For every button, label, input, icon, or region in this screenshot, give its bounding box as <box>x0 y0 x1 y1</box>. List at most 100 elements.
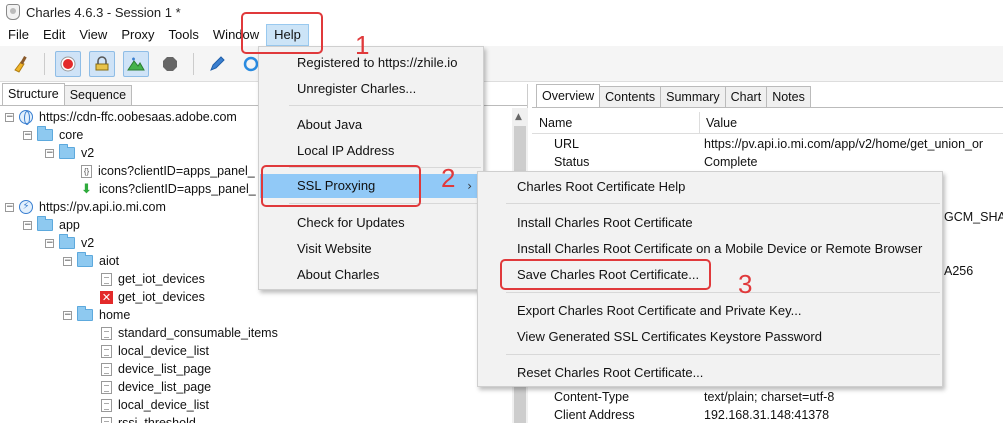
tree-request-row[interactable]: standard_consumable_items <box>101 324 278 342</box>
menu-view[interactable]: View <box>72 24 114 46</box>
document-icon <box>101 272 112 286</box>
globe-icon <box>19 110 33 125</box>
stop-icon[interactable] <box>157 51 183 77</box>
row-name: Client Address <box>554 408 635 422</box>
tree-folder-row[interactable]: − v2 <box>45 144 94 162</box>
annotation-number: 3 <box>738 269 753 299</box>
annotation-box-help <box>241 12 323 54</box>
menu-item-check-updates[interactable]: Check for Updates <box>260 211 482 235</box>
column-header-value[interactable]: Value <box>700 112 737 133</box>
charles-app-icon <box>6 4 20 20</box>
menu-separator <box>289 105 481 106</box>
row-name: Content-Type <box>554 390 630 404</box>
cipher-fragment: GCM_SHA2 <box>944 210 1003 224</box>
menu-item-local-ip[interactable]: Local IP Address <box>260 139 482 163</box>
overview-row[interactable]: Client Address 192.168.31.148:41378 <box>532 407 1003 423</box>
tree-request-row[interactable]: local_device_list <box>101 342 209 360</box>
collapse-icon[interactable]: − <box>45 238 54 248</box>
tab-chart[interactable]: Chart <box>724 86 768 107</box>
record-icon[interactable] <box>55 50 81 77</box>
json-doc-icon: {} <box>81 164 92 178</box>
collapse-icon[interactable]: − <box>63 310 72 320</box>
menu-separator <box>506 354 940 355</box>
row-value: 192.168.31.148:41378 <box>704 408 830 422</box>
menu-item-export-root-cert[interactable]: Export Charles Root Certificate and Priv… <box>479 299 941 323</box>
tree-label: local_device_list <box>118 398 210 412</box>
row-name: URL <box>554 137 580 151</box>
tree-folder-row[interactable]: − aiot <box>63 252 119 270</box>
broom-icon[interactable] <box>8 51 34 77</box>
tree-label: home <box>99 308 131 322</box>
submenu-arrow-icon: › <box>467 179 472 193</box>
menu-item-visit-website[interactable]: Visit Website <box>260 237 482 261</box>
menu-item-reset-root-cert[interactable]: Reset Charles Root Certificate... <box>479 361 941 385</box>
menu-item-install-root-cert[interactable]: Install Charles Root Certificate <box>479 211 941 235</box>
lightning-globe-icon: ⚡ <box>19 200 33 214</box>
document-icon <box>101 362 112 376</box>
collapse-icon[interactable]: − <box>23 130 32 140</box>
column-header-name[interactable]: Name <box>532 112 700 133</box>
menu-item-unregister[interactable]: Unregister Charles... <box>260 77 482 101</box>
menu-item-about-charles[interactable]: About Charles <box>260 263 482 287</box>
tree-label: icons?clientID=apps_panel_ <box>99 182 256 196</box>
tree-label: app <box>59 218 80 232</box>
tab-sequence[interactable]: Sequence <box>63 85 133 105</box>
tab-contents[interactable]: Contents <box>599 86 662 107</box>
collapse-icon[interactable]: − <box>5 202 14 212</box>
collapse-icon[interactable]: − <box>5 112 14 122</box>
download-arrow-icon: ⬇ <box>81 181 92 197</box>
tree-label: get_iot_devices <box>118 290 205 304</box>
tree-label: get_iot_devices <box>118 272 205 286</box>
throttle-icon[interactable] <box>89 50 115 77</box>
collapse-icon[interactable]: − <box>45 148 54 158</box>
tree-label: device_list_page <box>118 380 212 394</box>
tab-structure[interactable]: Structure <box>2 83 65 105</box>
tab-notes[interactable]: Notes <box>766 86 811 107</box>
annotation-number: 2 <box>441 163 456 193</box>
tab-summary[interactable]: Summary <box>660 86 726 107</box>
folder-icon <box>59 144 75 159</box>
menu-item-about-java[interactable]: About Java <box>260 113 482 137</box>
annotation-number: 1 <box>355 30 370 60</box>
overview-row[interactable]: URL https://pv.api.io.mi.com/app/v2/home… <box>532 136 1003 154</box>
tree-label: https://pv.api.io.mi.com <box>39 200 166 214</box>
tree-folder-row[interactable]: − home <box>63 306 130 324</box>
overview-row[interactable]: Status Complete <box>532 154 1003 172</box>
tree-request-row[interactable]: rssi_threshold <box>101 414 196 423</box>
tree-folder-row[interactable]: − app <box>23 216 80 234</box>
toolbar <box>0 46 1003 82</box>
title-bar: Charles 4.6.3 - Session 1 * <box>0 0 1003 24</box>
folder-icon <box>37 216 53 231</box>
tree-host-row[interactable]: − ⚡ https://pv.api.io.mi.com <box>5 198 166 216</box>
scroll-up-icon[interactable]: ▲ <box>515 112 522 122</box>
error-icon: ✕ <box>100 290 113 304</box>
tree-label: rssi_threshold <box>118 416 196 423</box>
tree-request-row[interactable]: ⬇ icons?clientID=apps_panel_ <box>81 180 256 198</box>
collapse-icon[interactable]: − <box>63 256 72 266</box>
tree-host-row[interactable]: − https://cdn-ffc.oobesaas.adobe.com <box>5 108 237 126</box>
menu-item-root-cert-help[interactable]: Charles Root Certificate Help <box>479 175 941 199</box>
menu-item-registered[interactable]: Registered to https://zhile.io <box>260 51 482 75</box>
cipher-fragment: A256 <box>944 264 974 278</box>
collapse-icon[interactable]: − <box>23 220 32 230</box>
tree-request-row[interactable]: local_device_list <box>101 396 209 414</box>
tree-request-row[interactable]: device_list_page <box>101 378 211 396</box>
overview-row[interactable]: Content-Type text/plain; charset=utf-8 <box>532 389 1003 407</box>
tab-overview[interactable]: Overview <box>536 84 601 107</box>
menu-item-install-mobile[interactable]: Install Charles Root Certificate on a Mo… <box>479 237 941 261</box>
menu-item-view-keystore-password[interactable]: View Generated SSL Certificates Keystore… <box>479 325 941 349</box>
row-value: text/plain; charset=utf-8 <box>704 390 835 404</box>
tree-request-row[interactable]: device_list_page <box>101 360 211 378</box>
menu-file[interactable]: File <box>1 24 36 46</box>
menu-tools[interactable]: Tools <box>162 24 206 46</box>
breakpoints-icon[interactable] <box>123 50 149 77</box>
menu-proxy[interactable]: Proxy <box>114 24 161 46</box>
tree-request-row[interactable]: get_iot_devices <box>101 270 205 288</box>
toolbar-separator <box>44 52 45 75</box>
pen-icon[interactable] <box>204 51 230 77</box>
tree-request-row[interactable]: ✕ get_iot_devices <box>100 288 205 306</box>
tree-folder-row[interactable]: − v2 <box>45 234 94 252</box>
tree-folder-row[interactable]: − core <box>23 126 83 144</box>
tree-request-row[interactable]: {} icons?clientID=apps_panel_ <box>81 162 255 180</box>
menu-edit[interactable]: Edit <box>36 24 72 46</box>
